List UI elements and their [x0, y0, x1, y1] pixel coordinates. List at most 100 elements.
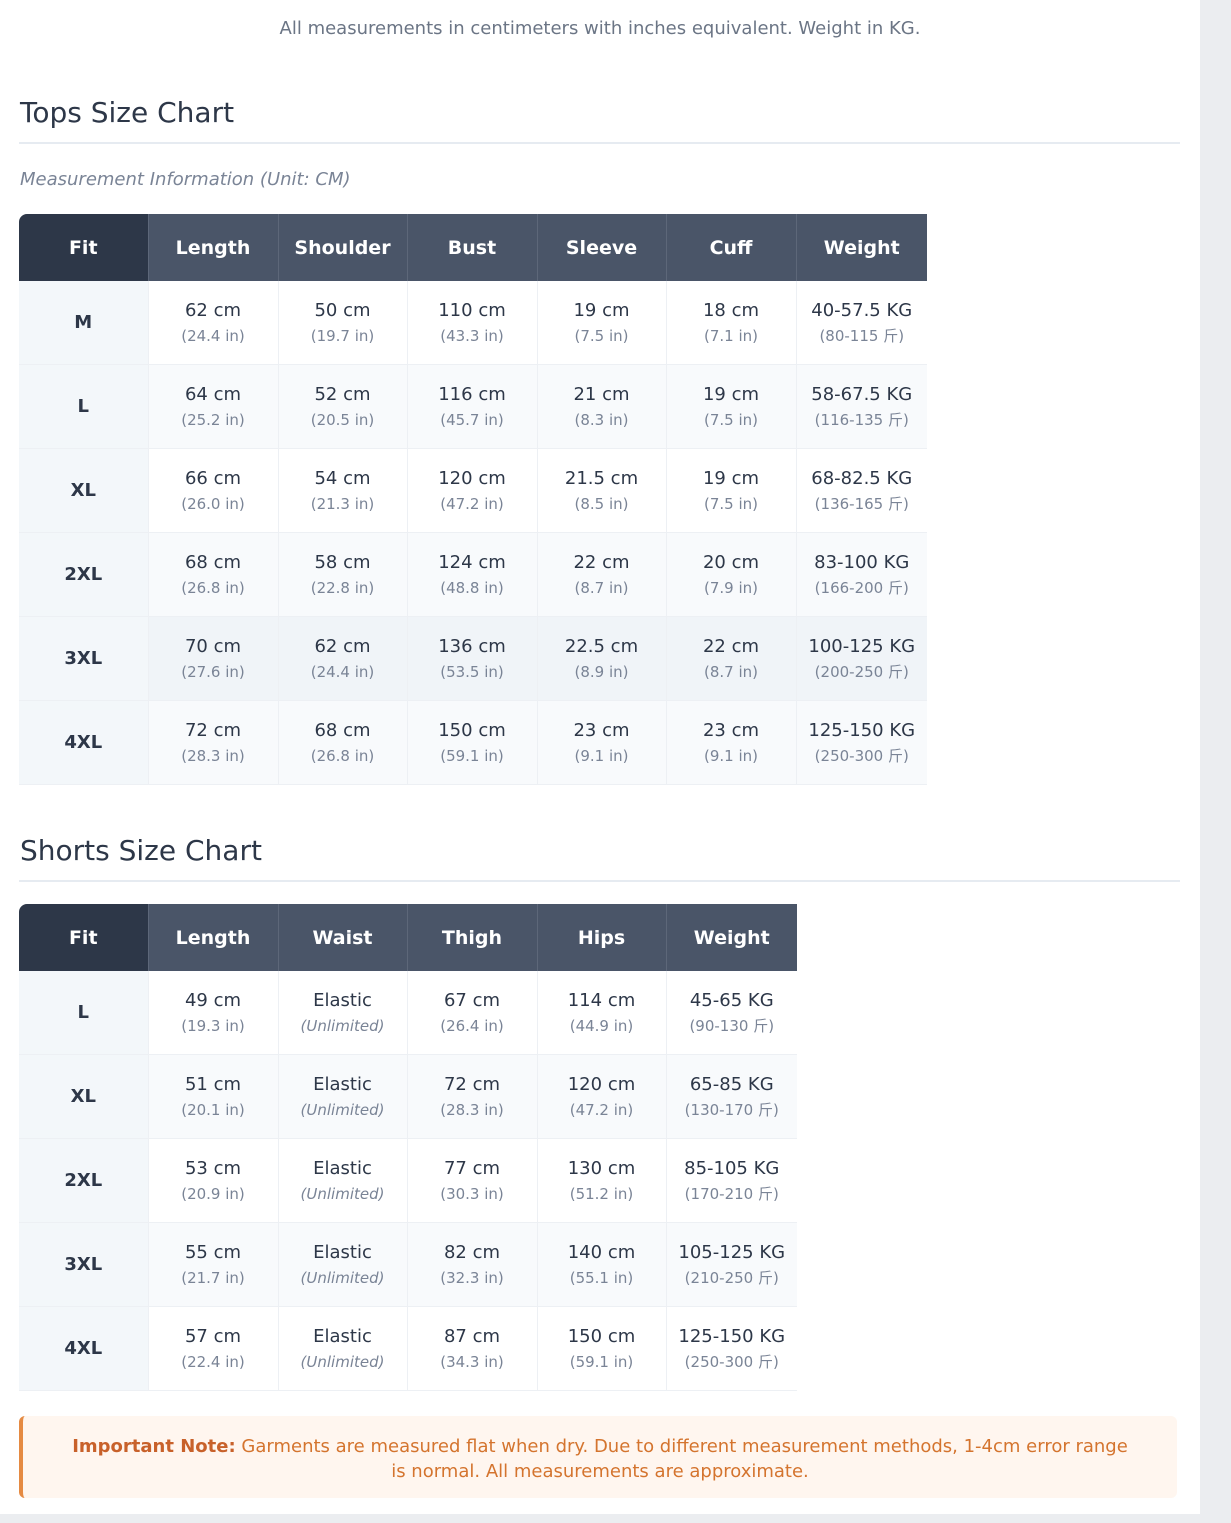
weight-value: 100-125 KG	[808, 635, 916, 657]
fit-cell: M	[19, 281, 148, 365]
fit-cell: L	[19, 971, 148, 1055]
important-note: Important Note: Garments are measured fl…	[19, 1416, 1177, 1498]
jin-value: (90-130 斤)	[689, 1016, 775, 1035]
weight-value: 83-100 KG	[814, 551, 910, 573]
inch-value: (22.8 in)	[310, 578, 375, 597]
table-cell: 58 cm (22.8 in)	[277, 532, 407, 617]
inch-value: (32.3 in)	[440, 1268, 504, 1287]
fit-cell: XL	[19, 448, 148, 533]
inch-value: (26.0 in)	[181, 494, 245, 513]
inch-value: (20.9 in)	[181, 1184, 245, 1203]
inch-value: (24.4 in)	[310, 662, 375, 681]
table-row: 4XL 72 cm (28.3 in) 68 cm (26.8 in) 150 cm…	[19, 700, 927, 785]
table-cell: 22 cm (8.7 in)	[536, 532, 666, 617]
waist-value: Elastic	[313, 1241, 372, 1263]
inch-value: (43.3 in)	[440, 326, 504, 345]
table-cell: 57 cm (22.4 in)	[147, 1306, 278, 1391]
table-row: 3XL 70 cm (27.6 in) 62 cm (24.4 in) 136 cm…	[19, 616, 927, 701]
cm-value: 19 cm	[702, 467, 760, 489]
cm-value: 19 cm	[702, 383, 760, 405]
table-cell: 120 cm (47.2 in)	[536, 1054, 666, 1139]
inch-value: (24.4 in)	[181, 326, 245, 345]
column-header: Hips	[536, 904, 666, 971]
column-header: Cuff	[665, 214, 796, 281]
cm-value: 110 cm	[438, 299, 506, 321]
cm-value: 124 cm	[438, 551, 506, 573]
table-cell: 45-65 KG (90-130 斤)	[665, 971, 797, 1055]
table-cell: 50 cm (19.7 in)	[277, 281, 407, 365]
table-cell: 19 cm (7.5 in)	[536, 281, 666, 365]
jin-value: (116-135 斤)	[814, 410, 909, 429]
table-cell: Elastic (Unlimited)	[277, 1222, 407, 1307]
inch-value: (26.4 in)	[440, 1016, 504, 1035]
waist-value: Elastic	[313, 989, 372, 1011]
inch-value: (47.2 in)	[569, 1100, 634, 1119]
cm-value: 58 cm	[314, 551, 371, 573]
fit-cell: 4XL	[19, 1306, 148, 1391]
cm-value: 50 cm	[314, 299, 371, 321]
table-cell: 136 cm (53.5 in)	[406, 616, 537, 701]
jin-value: (170-210 斤)	[684, 1184, 779, 1203]
fit-cell: 2XL	[19, 532, 148, 617]
cm-value: 22.5 cm	[564, 635, 639, 657]
cm-value: 49 cm	[184, 989, 242, 1011]
cm-value: 53 cm	[184, 1157, 242, 1179]
table-row: 3XL 55 cm (21.7 in) Elastic (Unlimited) 82…	[19, 1222, 797, 1307]
inch-value: (21.7 in)	[181, 1268, 245, 1287]
table-cell: 68 cm (26.8 in)	[147, 532, 278, 617]
inch-value: (47.2 in)	[440, 494, 504, 513]
table-cell: 124 cm (48.8 in)	[406, 532, 537, 617]
inch-value: (9.1 in)	[574, 746, 629, 765]
table-cell: 77 cm (30.3 in)	[406, 1138, 537, 1223]
waist-value: Elastic	[313, 1073, 372, 1095]
jin-value: (250-300 斤)	[684, 1352, 779, 1371]
weight-value: 58-67.5 KG	[811, 383, 913, 405]
table-cell: 110 cm (43.3 in)	[406, 281, 537, 365]
table-cell: 66 cm (26.0 in)	[147, 448, 278, 533]
table-cell: 150 cm (59.1 in)	[406, 700, 537, 785]
cm-value: 64 cm	[184, 383, 242, 405]
weight-value: 40-57.5 KG	[811, 299, 913, 321]
table-cell: 140 cm (55.1 in)	[536, 1222, 666, 1307]
size-guide-page: All measurements in centimeters with inc…	[0, 0, 1200, 1514]
waist-note: (Unlimited)	[300, 1100, 385, 1119]
cm-value: 57 cm	[184, 1325, 242, 1347]
cm-value: 116 cm	[438, 383, 506, 405]
cm-value: 68 cm	[314, 719, 371, 741]
table-cell: 100-125 KG (200-250 斤)	[795, 616, 927, 701]
cm-value: 82 cm	[443, 1241, 501, 1263]
cm-value: 55 cm	[184, 1241, 242, 1263]
weight-value: 125-150 KG	[678, 1325, 786, 1347]
table-cell: 150 cm (59.1 in)	[536, 1306, 666, 1391]
waist-note: (Unlimited)	[300, 1268, 385, 1287]
inch-value: (59.1 in)	[569, 1352, 634, 1371]
inch-value: (8.7 in)	[703, 662, 758, 681]
weight-value: 68-82.5 KG	[811, 467, 913, 489]
waist-value: Elastic	[313, 1157, 372, 1179]
measurement-info: Measurement Information (Unit: CM)	[20, 169, 351, 190]
inch-value: (48.8 in)	[440, 578, 504, 597]
inch-value: (8.9 in)	[574, 662, 629, 681]
weight-value: 65-85 KG	[689, 1073, 774, 1095]
jin-value: (200-250 斤)	[814, 662, 909, 681]
table-cell: 125-150 KG (250-300 斤)	[795, 700, 927, 785]
fit-cell: 2XL	[19, 1138, 148, 1223]
table-cell: 49 cm (19.3 in)	[147, 971, 278, 1055]
cm-value: 67 cm	[443, 989, 501, 1011]
cm-value: 23 cm	[573, 719, 630, 741]
table-cell: 120 cm (47.2 in)	[406, 448, 537, 533]
tops-size-table: Fit Length Shoulder Bust Sleeve Cuff Wei…	[19, 214, 927, 785]
fit-cell: 3XL	[19, 1222, 148, 1307]
waist-note: (Unlimited)	[300, 1016, 385, 1035]
inch-value: (51.2 in)	[569, 1184, 634, 1203]
table-cell: 40-57.5 KG (80-115 斤)	[795, 281, 927, 365]
fit-cell: XL	[19, 1054, 148, 1139]
inch-value: (19.3 in)	[181, 1016, 245, 1035]
shorts-size-table: Fit Length Waist Thigh Hips Weight L 49 …	[19, 904, 797, 1391]
inch-value: (20.5 in)	[310, 410, 375, 429]
table-cell: 58-67.5 KG (116-135 斤)	[795, 364, 927, 449]
inch-value: (34.3 in)	[440, 1352, 504, 1371]
table-row: XL 66 cm (26.0 in) 54 cm (21.3 in) 120 cm (…	[19, 448, 927, 533]
table-cell: 21 cm (8.3 in)	[536, 364, 666, 449]
section-divider	[19, 880, 1180, 882]
